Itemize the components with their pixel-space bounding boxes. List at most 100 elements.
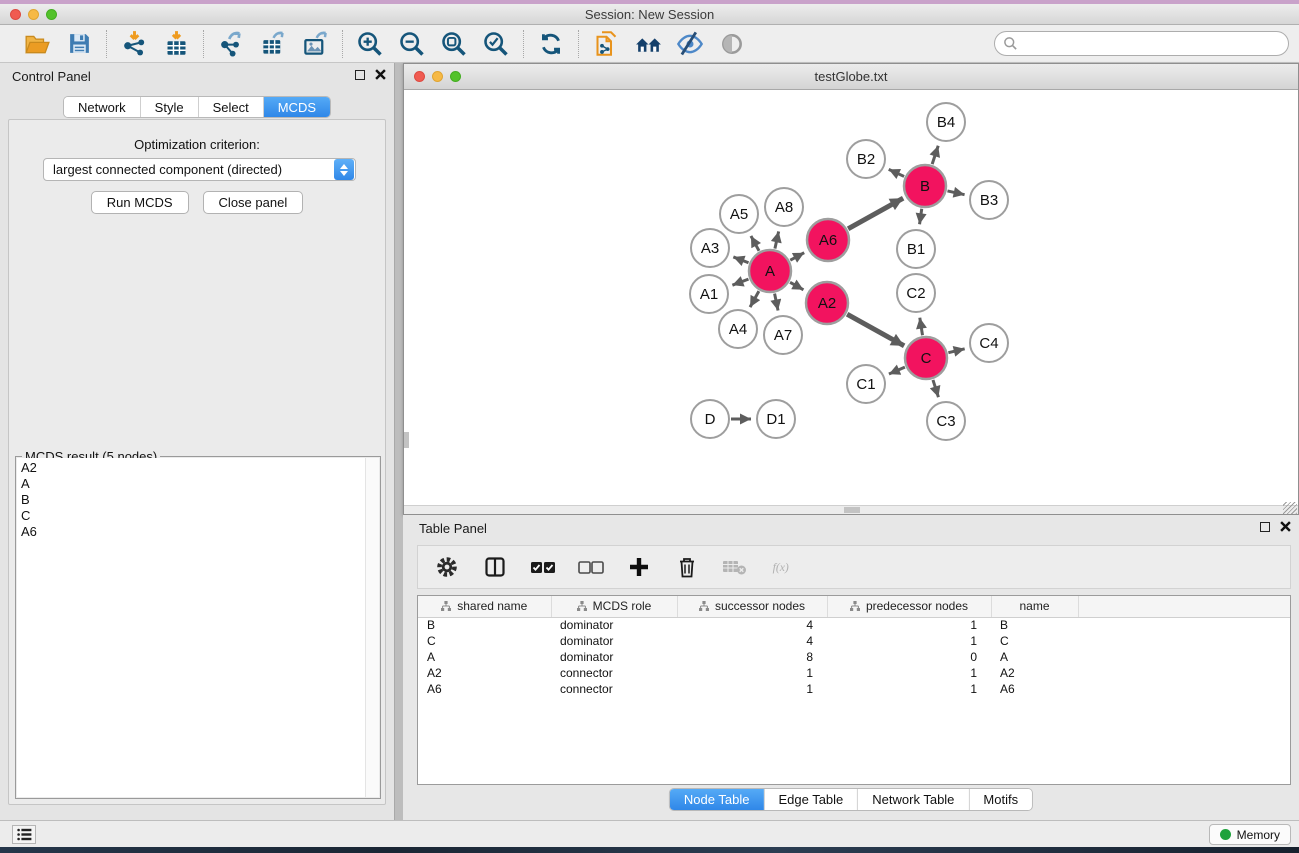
select-all-icon[interactable] [530,554,556,580]
mcds-result-item[interactable]: B [21,492,365,508]
deselect-all-icon[interactable] [578,554,604,580]
document-network-icon[interactable] [591,29,621,59]
graph-edge-C-C3[interactable] [933,380,938,397]
graph-edge-A6-B[interactable] [848,198,903,229]
graph-node-A7[interactable]: A7 [764,316,802,354]
export-image-icon[interactable] [300,29,330,59]
graph-node-A6[interactable]: A6 [807,219,849,261]
column-header-successor-nodes[interactable]: successor nodes [677,596,827,617]
table-row[interactable]: Cdominator41C [418,633,1290,649]
table-row[interactable]: A6connector11A6 [418,681,1290,697]
graph-edge-A-A2[interactable] [790,282,803,290]
graph-node-C2[interactable]: C2 [897,274,935,312]
column-header-MCDS-role[interactable]: MCDS role [551,596,677,617]
graph-node-B[interactable]: B [904,165,946,207]
run-mcds-button[interactable]: Run MCDS [91,191,189,214]
export-network-icon[interactable] [216,29,246,59]
table-row[interactable]: A2connector11A2 [418,665,1290,681]
graph-edge-C-C2[interactable] [920,318,923,336]
refresh-icon[interactable] [536,29,566,59]
graph-node-B1[interactable]: B1 [897,230,935,268]
graph-edge-A-A5[interactable] [751,236,759,251]
mcds-result-list[interactable]: A2ABCA6 [17,458,365,797]
zoom-in-icon[interactable] [355,29,385,59]
graph-node-C4[interactable]: C4 [970,324,1008,362]
graph-node-D[interactable]: D [691,400,729,438]
graph-edge-A-A1[interactable] [732,279,748,285]
graph-edge-B-B3[interactable] [947,191,964,195]
splitter-handle-bottom[interactable] [844,507,860,513]
tab-mcds[interactable]: MCDS [264,97,330,117]
mcds-result-item[interactable]: A2 [21,460,365,476]
graph-node-A8[interactable]: A8 [765,188,803,226]
graph-edge-A-A7[interactable] [775,294,778,311]
float-table-panel-icon[interactable] [1260,522,1270,532]
zoom-fit-icon[interactable] [439,29,469,59]
graph-node-B4[interactable]: B4 [927,103,965,141]
graph-edge-B-B1[interactable] [920,209,922,224]
network-canvas[interactable]: B4B2BB3A5A8A6B1A3AA1C2A2A4A7C4CC1C3DD1 [404,91,1298,505]
eye-icon[interactable] [717,29,747,59]
graph-node-C[interactable]: C [905,337,947,379]
graph-node-A1[interactable]: A1 [690,275,728,313]
search-field[interactable] [994,31,1289,56]
criterion-select[interactable]: largest connected component (directed) [43,158,356,181]
columns-icon[interactable] [482,554,508,580]
graph-edge-B-B2[interactable] [889,169,904,176]
close-panel-button[interactable]: Close panel [203,191,304,214]
result-scrollbar[interactable] [365,458,379,797]
tab-network-table[interactable]: Network Table [858,789,969,810]
open-folder-icon[interactable] [22,29,52,59]
graph-node-D1[interactable]: D1 [757,400,795,438]
column-header-shared-name[interactable]: shared name [418,596,551,617]
minimize-window-button[interactable] [28,9,39,20]
tab-style[interactable]: Style [141,97,199,117]
mcds-result-item[interactable]: A [21,476,365,492]
zoom-out-icon[interactable] [397,29,427,59]
resize-grip-icon[interactable] [1283,502,1297,514]
graph-node-C3[interactable]: C3 [927,402,965,440]
mcds-result-item[interactable]: A6 [21,524,365,540]
graph-node-C1[interactable]: C1 [847,365,885,403]
table-row[interactable]: Bdominator41B [418,617,1290,633]
graph-edge-C-C1[interactable] [889,367,905,374]
graph-edge-C-C4[interactable] [948,349,964,353]
graph-node-A4[interactable]: A4 [719,310,757,348]
tab-motifs[interactable]: Motifs [969,789,1032,810]
tab-edge-table[interactable]: Edge Table [764,789,858,810]
gear-icon[interactable] [434,554,460,580]
column-header-name[interactable]: name [991,596,1078,617]
close-panel-icon[interactable] [375,69,386,80]
tab-select[interactable]: Select [199,97,264,117]
graph-edge-B-B4[interactable] [932,146,938,164]
close-window-button[interactable] [10,9,21,20]
export-table-icon[interactable] [258,29,288,59]
import-table-icon[interactable] [161,29,191,59]
zoom-selected-icon[interactable] [481,29,511,59]
graph-edge-A-A3[interactable] [733,257,748,263]
close-table-panel-icon[interactable] [1280,521,1291,532]
graph-edge-A-A4[interactable] [750,291,759,307]
splitter-handle-left[interactable] [404,432,409,448]
maximize-window-button[interactable] [46,9,57,20]
memory-button[interactable]: Memory [1209,824,1291,845]
graph-node-B2[interactable]: B2 [847,140,885,178]
task-history-button[interactable] [12,825,36,844]
mcds-result-item[interactable]: C [21,508,365,524]
graph-edge-A-A8[interactable] [775,231,779,248]
column-header-predecessor-nodes[interactable]: predecessor nodes [827,596,991,617]
network-window-titlebar[interactable]: testGlobe.txt [404,64,1298,90]
graph-node-A5[interactable]: A5 [720,195,758,233]
graph-node-B3[interactable]: B3 [970,181,1008,219]
eye-slash-icon[interactable] [675,29,705,59]
plus-icon[interactable] [626,554,652,580]
graph-node-A2[interactable]: A2 [806,282,848,324]
graph-node-A3[interactable]: A3 [691,229,729,267]
network-minimize-button[interactable] [432,71,443,82]
network-maximize-button[interactable] [450,71,461,82]
tab-network[interactable]: Network [64,97,141,117]
network-close-button[interactable] [414,71,425,82]
graph-edge-A2-C[interactable] [847,314,904,346]
table-row[interactable]: Adominator80A [418,649,1290,665]
double-home-icon[interactable] [633,29,663,59]
